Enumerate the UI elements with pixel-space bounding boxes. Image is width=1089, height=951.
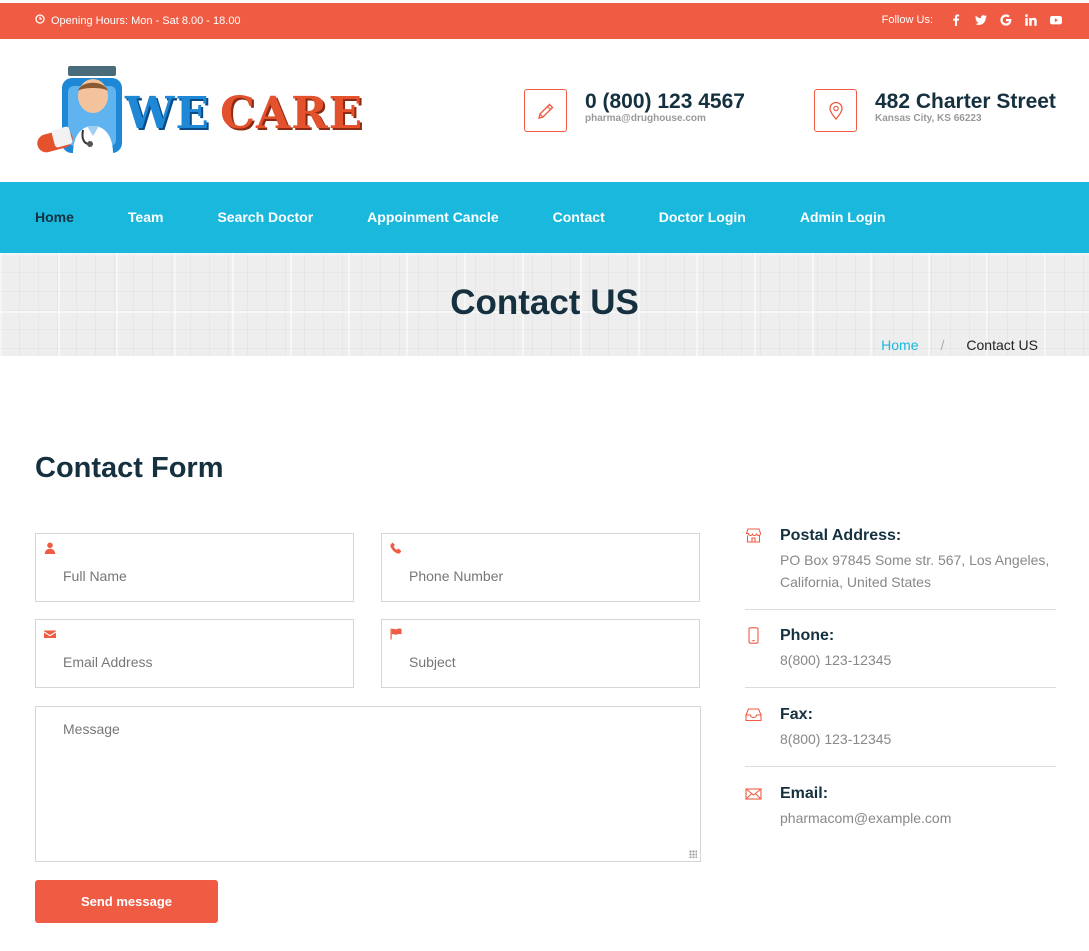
page-banner: Contact US Home / Contact US	[0, 253, 1089, 356]
header-phone: 0 (800) 123 4567 pharma@drughouse.com	[524, 89, 745, 132]
message-textarea[interactable]	[63, 721, 683, 851]
email-title: Email:	[780, 785, 829, 802]
nav-item-home[interactable]: Home	[35, 209, 74, 225]
phone-value: 8(800) 123-12345	[780, 652, 892, 668]
breadcrumb-separator: /	[940, 337, 945, 353]
breadcrumb-current: Contact US	[966, 337, 1038, 353]
nav-item-admin-login[interactable]: Admin Login	[800, 209, 886, 225]
flag-icon	[390, 627, 402, 640]
main-nav: Home Team Search Doctor Appoinment Cancl…	[0, 182, 1089, 253]
opening-hours-text: Opening Hours: Mon - Sat 8.00 - 18.00	[51, 14, 241, 27]
header-email: pharma@drughouse.com	[585, 113, 706, 124]
facebook-icon[interactable]	[949, 13, 962, 26]
google-icon[interactable]	[999, 13, 1012, 26]
fax-title: Fax:	[780, 706, 813, 723]
logo-word-care: CARE	[219, 88, 364, 139]
contact-form-title: Contact Form	[35, 452, 224, 484]
page-title: Contact US	[450, 283, 639, 322]
divider	[745, 609, 1056, 610]
phone-title: Phone:	[780, 627, 835, 644]
breadcrumb: Home / Contact US	[881, 337, 1038, 353]
full-name-field	[35, 533, 354, 602]
email-field	[35, 619, 354, 688]
full-name-input[interactable]	[63, 568, 343, 584]
email-input[interactable]	[63, 654, 343, 670]
nav-item-team[interactable]: Team	[128, 209, 164, 225]
email-envelope-icon	[745, 785, 762, 802]
nav-item-appointment-cancel[interactable]: Appoinment Cancle	[367, 209, 498, 225]
header-street: 482 Charter Street	[875, 90, 1056, 113]
header-address: 482 Charter Street Kansas City, KS 66223	[814, 89, 1056, 132]
mobile-phone-icon	[745, 627, 762, 644]
divider	[745, 766, 1056, 767]
top-bar: Opening Hours: Mon - Sat 8.00 - 18.00 Fo…	[0, 3, 1089, 39]
nav-item-doctor-login[interactable]: Doctor Login	[659, 209, 746, 225]
store-icon	[745, 527, 762, 544]
subject-field	[381, 619, 700, 688]
phone-number-field	[381, 533, 700, 602]
postal-address-value: PO Box 97845 Some str. 567, Los Angeles,…	[780, 552, 1050, 590]
follow-us-label: Follow Us:	[881, 13, 933, 26]
social-links: Follow Us:	[882, 13, 1062, 26]
youtube-icon[interactable]	[1049, 13, 1062, 26]
opening-hours: Opening Hours: Mon - Sat 8.00 - 18.00	[35, 14, 241, 27]
subject-input[interactable]	[409, 654, 689, 670]
phone-icon	[390, 541, 402, 554]
phone-number-input[interactable]	[409, 568, 689, 584]
send-message-button[interactable]: Send message	[35, 880, 218, 923]
clock-icon	[35, 14, 45, 27]
postal-address-title: Postal Address:	[780, 527, 902, 544]
email-value[interactable]: pharmacom@example.com	[780, 807, 1060, 829]
pencil-icon	[524, 89, 567, 132]
divider	[745, 687, 1056, 688]
site-logo[interactable]: WE CARE	[35, 66, 362, 156]
linkedin-icon[interactable]	[1024, 13, 1037, 26]
nav-item-contact[interactable]: Contact	[553, 209, 605, 225]
header-phone-number: 0 (800) 123 4567	[585, 90, 745, 113]
resize-handle-icon[interactable]	[689, 850, 697, 858]
fax-value: 8(800) 123-12345	[780, 731, 892, 747]
breadcrumb-home-link[interactable]: Home	[881, 337, 918, 353]
map-marker-icon	[814, 89, 857, 132]
user-icon	[44, 541, 56, 554]
header-city: Kansas City, KS 66223	[875, 113, 982, 124]
doctor-mascot-icon	[37, 66, 122, 154]
envelope-icon	[44, 627, 56, 639]
logo-word-we: WE	[125, 88, 210, 139]
twitter-icon[interactable]	[974, 13, 987, 26]
inbox-tray-icon	[745, 706, 762, 723]
message-field	[35, 706, 701, 862]
nav-item-search-doctor[interactable]: Search Doctor	[217, 209, 313, 225]
